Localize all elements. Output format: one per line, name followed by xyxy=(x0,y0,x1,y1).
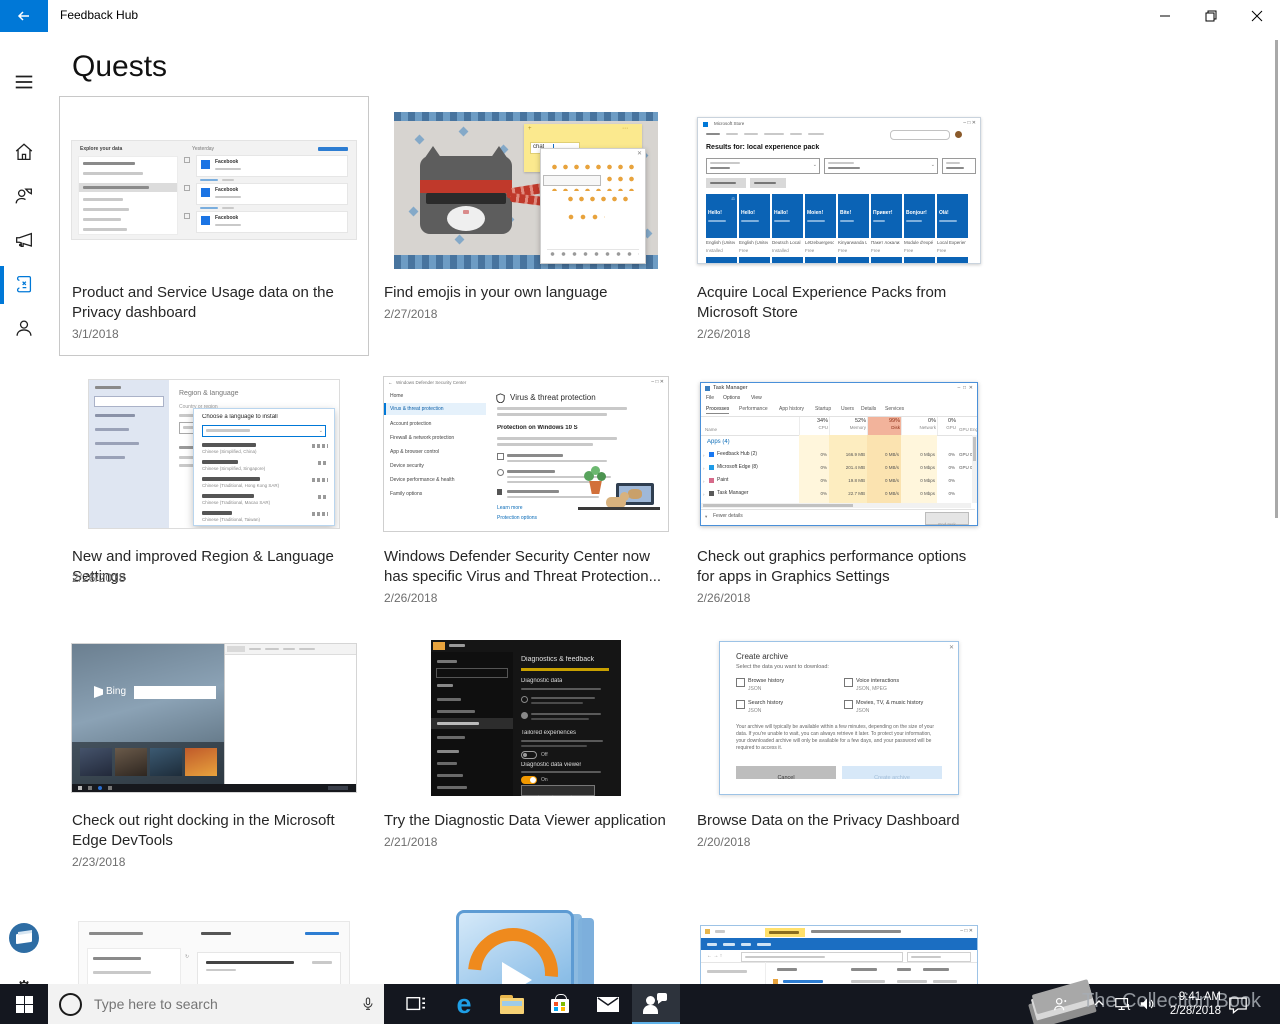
store-tile: Hello! ⚖ xyxy=(706,193,737,238)
taskbar-edge[interactable]: e xyxy=(440,984,488,1024)
quest-title: Windows Defender Security Center now has… xyxy=(384,548,662,585)
store-tile: Bite! xyxy=(838,193,869,238)
active-item-indicator xyxy=(0,266,4,304)
quest-thumbnail-microsoft-store: Microsoft Store – □ ✕ Results for: local… xyxy=(697,116,981,264)
cancel-button: Cancel xyxy=(736,766,836,781)
quest-date: 2/21/2018 xyxy=(384,835,438,849)
quest-card-privacy-usage[interactable]: Explore your data Yesterday Facebook Fac… xyxy=(59,96,369,356)
windows-logo-icon xyxy=(15,995,33,1013)
taskbar-store[interactable] xyxy=(536,984,584,1024)
quest-card-privacy-browse[interactable]: ✕ Create archive Select the data you wan… xyxy=(685,625,993,883)
quest-thumbnail-diagnostics-feedback: Diagnostics & feedback Diagnostic data T… xyxy=(431,640,621,796)
page-title: Quests xyxy=(72,50,168,83)
quest-date: 2/26/2018 xyxy=(384,591,438,605)
search-input[interactable] xyxy=(92,995,326,1013)
action-center-icon xyxy=(1229,997,1247,1015)
sidebar-item-profile[interactable] xyxy=(0,308,48,348)
app-title: Feedback Hub xyxy=(60,8,139,22)
quest-thumbnail-defender: Windows Defender Security Center ← – □ ✕… xyxy=(383,376,669,532)
nav-sidebar: ⚙ xyxy=(0,32,48,999)
store-tile: Olá! xyxy=(937,193,968,238)
quest-date: 2/20/2018 xyxy=(697,835,751,849)
hamburger-menu-icon[interactable] xyxy=(0,62,48,102)
quest-date: 2/23/2018 xyxy=(72,855,126,869)
quest-thumbnail-create-archive: ✕ Create archive Select the data you wan… xyxy=(719,641,959,795)
quest-date: 3/1/2018 xyxy=(72,327,119,341)
sidebar-item-feedback-search[interactable] xyxy=(0,176,48,216)
store-tile: Hello! xyxy=(739,193,770,238)
title-bar: Feedback Hub xyxy=(0,0,1280,32)
taskbar-clock[interactable]: 9:41 AM 2/28/2018 xyxy=(1163,990,1221,1018)
quest-title: Acquire Local Experience Packs from Micr… xyxy=(697,284,947,321)
quest-card-defender[interactable]: Windows Defender Security Center ← – □ ✕… xyxy=(372,361,680,619)
quest-title: Find emojis in your own language xyxy=(384,284,608,301)
quest-card-region-language[interactable]: Region & language Country or region Choo… xyxy=(60,361,368,619)
edge-icon: e xyxy=(456,988,472,1019)
quest-date: 2/26/2018 xyxy=(697,591,751,605)
quest-title: Product and Service Usage data on the Pr… xyxy=(72,284,334,321)
feedback-hub-window: Feedback Hub Quests Explore your data Ye… xyxy=(0,0,1280,1024)
ninja-cat-illustration xyxy=(420,145,520,242)
tray-volume-icon[interactable] xyxy=(1138,995,1156,1018)
clock-date: 2/28/2018 xyxy=(1169,1005,1221,1017)
tray-network-icon[interactable] xyxy=(1114,995,1132,1018)
taskbar-search[interactable] xyxy=(48,984,384,1024)
task-view-icon xyxy=(406,997,425,1011)
sidebar-item-announcements[interactable] xyxy=(0,220,48,260)
quest-title: Browse Data on the Privacy Dashboard xyxy=(697,812,960,829)
store-tile: Moien! xyxy=(805,193,836,238)
quest-card-diagnostic-data-viewer[interactable]: Diagnostics & feedback Diagnostic data T… xyxy=(372,625,680,883)
window-scrollbar[interactable] xyxy=(1275,40,1278,518)
create-archive-button: Create archive xyxy=(842,766,942,781)
quest-thumbnail-region-language: Region & language Country or region Choo… xyxy=(88,379,340,529)
choose-language-dialog: Choose a language to install ⌄ Chinese (… xyxy=(193,408,335,526)
close-button[interactable] xyxy=(1234,0,1280,32)
start-button[interactable] xyxy=(0,984,48,1024)
task-view-button[interactable] xyxy=(392,984,440,1024)
close-icon: ✕ xyxy=(636,150,642,157)
mail-icon xyxy=(597,996,619,1012)
close-icon: ✕ xyxy=(948,645,954,651)
store-tile: Bonjour! xyxy=(904,193,935,238)
clock-time: 9:41 AM xyxy=(1178,991,1221,1003)
file-explorer-icon xyxy=(500,994,524,1014)
sidebar-item-home[interactable] xyxy=(0,132,48,172)
end-task-button: End task xyxy=(925,512,969,525)
defender-illustration xyxy=(576,466,662,517)
action-center-button[interactable] xyxy=(1228,995,1248,1019)
store-tile: Привет! xyxy=(871,193,902,238)
quest-thumbnail-emoji-panel: + ⋯ chat ✕ xyxy=(394,111,658,269)
quest-card-graphics-settings[interactable]: Task Manager – □ ✕ File Options View Pro… xyxy=(685,361,993,619)
quest-date: 2/26/2018 xyxy=(72,571,126,585)
cortana-icon xyxy=(59,992,82,1016)
tray-people-icon[interactable] xyxy=(1052,995,1070,1018)
quest-date: 2/26/2018 xyxy=(697,327,751,341)
quest-card-emoji[interactable]: + ⋯ chat ✕ Find emojis in your own langu… xyxy=(372,97,680,355)
restore-button[interactable] xyxy=(1188,0,1234,32)
minimize-button[interactable] xyxy=(1142,0,1188,32)
store-icon xyxy=(550,994,570,1014)
microphone-icon xyxy=(363,997,373,1010)
diagnostic-data-viewer-button: Diagnostic Data Viewer xyxy=(521,785,595,796)
store-tile: Hallo! xyxy=(772,193,803,238)
emoji-picker-panel: ✕ xyxy=(540,147,646,264)
taskbar-mail[interactable] xyxy=(584,984,632,1024)
quest-title: Check out graphics performance options f… xyxy=(697,548,967,585)
taskbar-file-explorer[interactable] xyxy=(488,984,536,1024)
sidebar-item-quests[interactable] xyxy=(0,264,48,304)
feedback-hub-icon xyxy=(643,993,667,1014)
quest-card-edge-devtools[interactable]: Bing Check out right docking in the Micr… xyxy=(60,625,368,883)
quest-thumbnail-edge-devtools: Bing xyxy=(71,643,357,793)
quest-thumbnail-privacy-dashboard: Explore your data Yesterday Facebook Fac… xyxy=(71,140,357,240)
taskbar-feedback-hub[interactable] xyxy=(632,984,680,1024)
quest-card-local-experience-packs[interactable]: Microsoft Store – □ ✕ Results for: local… xyxy=(685,97,993,355)
quest-date: 2/27/2018 xyxy=(384,307,438,321)
sidebar-item-collection-book[interactable] xyxy=(0,918,48,958)
back-button[interactable] xyxy=(0,0,48,32)
tray-chevron-up-icon[interactable] xyxy=(1092,996,1106,1015)
quest-title: Try the Diagnostic Data Viewer applicati… xyxy=(384,812,666,829)
quest-thumbnail-task-manager: Task Manager – □ ✕ File Options View Pro… xyxy=(700,382,978,526)
quest-title: Check out right docking in the Microsoft… xyxy=(72,812,335,849)
